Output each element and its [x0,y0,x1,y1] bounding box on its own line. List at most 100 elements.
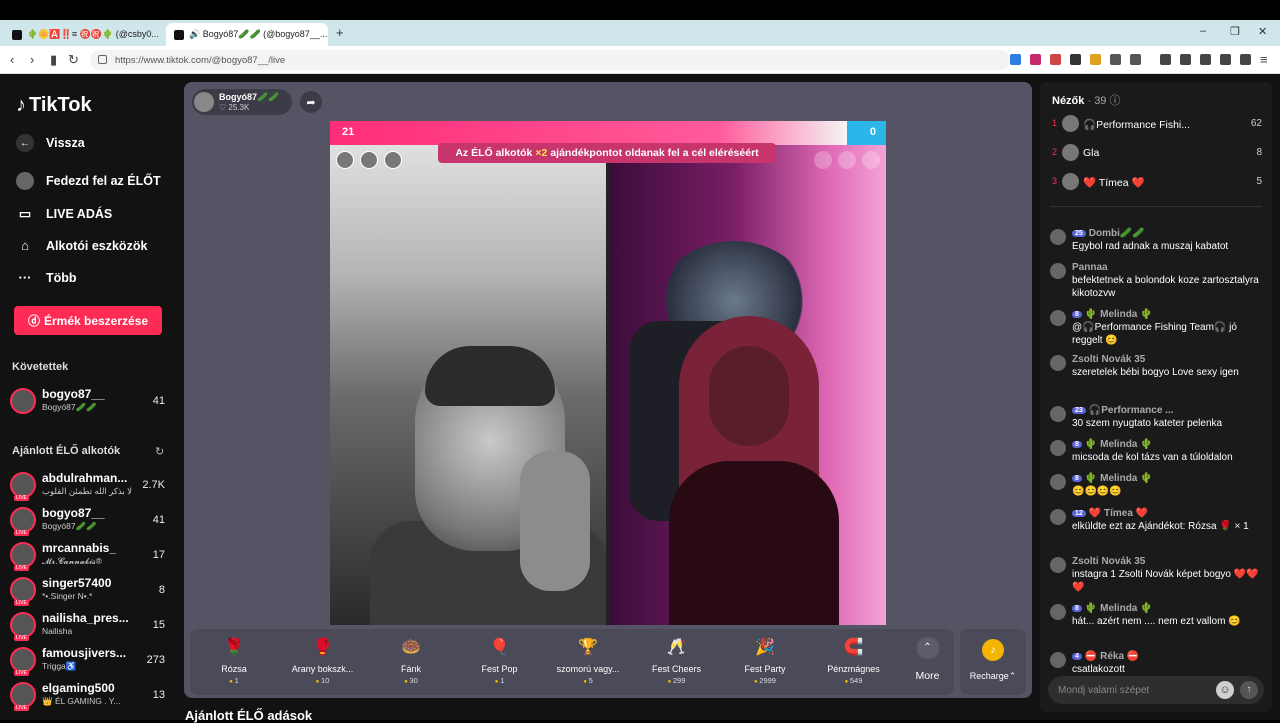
tiktok-note-icon: ♪ [16,94,26,116]
info-icon[interactable]: ⓘ [1110,95,1121,107]
avatar[interactable] [1050,406,1066,422]
back-arrow-icon: ← [16,134,34,152]
host-info[interactable]: Bogyó87🥒🥒 ♡ 25.3K [192,89,292,115]
logo-text: TikTok [29,94,92,116]
recharge-button[interactable]: ♪ Recharge⌃ [960,629,1026,695]
gift-cost: 299 [637,676,717,685]
top-viewer[interactable]: 3 ❤️ Tímea ❤️ 5 [1050,172,1262,192]
avatar[interactable] [1050,440,1066,456]
chat-user[interactable]: Zsolti Novák 35 [1072,354,1145,365]
nav-more[interactable]: ··· Több [16,270,77,285]
chat-user[interactable]: 8 🌵 Melinda 🌵 [1072,309,1153,320]
nav-explore-live[interactable]: Fedezd fel az ÉLŐT [16,172,161,190]
extension-icon[interactable] [1010,54,1021,65]
gift-name: Fest Cheers [651,664,702,674]
suggested-account[interactable]: mrcannabis_ 𝓜𝓻.𝓒𝓪𝓷𝓷𝓪𝓫𝓲𝓼® 17 [10,540,170,572]
suggested-account[interactable]: nailisha_pres... Nailisha 15 [10,610,170,642]
send-icon[interactable]: ↑ [1240,681,1258,699]
following-account[interactable]: bogyo87__ Bogyó87🥒🥒 41 [10,386,170,418]
close-window-icon[interactable]: ✕ [1258,25,1267,38]
gift-item[interactable]: 🧲 Pénzmágnes 549 [814,637,894,685]
suggested-account[interactable]: famousjivers... Trigga♿ 273 [10,645,170,677]
avatar-icon [16,172,34,190]
nav-creator-tools[interactable]: ⌂ Alkotói eszközök [16,238,147,253]
ai-icon[interactable] [1220,54,1231,65]
wallet-icon[interactable] [1200,54,1211,65]
avatar[interactable] [1050,604,1066,620]
suggested-title: Ajánlott ÉLŐ alkotók [12,445,121,457]
media-icon[interactable] [1160,54,1171,65]
gift-item[interactable]: 🥊 Arany bokszk... 10 [283,637,363,685]
url-field[interactable]: https://www.tiktok.com/@bogyo87__/live [90,50,1010,70]
viewer-rank: 3 [1052,176,1058,186]
emoji-icon[interactable]: ☺ [1216,681,1234,699]
gift-item[interactable]: 🎉 Fest Party 2999 [725,637,805,685]
avatar[interactable] [1050,557,1066,573]
site-info-icon[interactable] [98,55,107,64]
tiktok-logo[interactable]: ♪ TikTok [16,94,92,117]
forward-icon[interactable]: › [30,52,34,67]
top-viewer[interactable]: 2 Gla 8 [1050,143,1262,163]
vpn-icon[interactable] [1240,54,1251,65]
nav-back[interactable]: ← Vissza [16,134,85,152]
avatar[interactable] [1050,310,1066,326]
sidebar-icon[interactable] [1180,54,1191,65]
chat-user[interactable]: 8 🌵 Melinda 🌵 [1072,439,1153,450]
message-text: Egybol rad adnak a muszaj kabatot [1072,241,1229,252]
bookmark-icon[interactable]: ▮ [50,52,57,68]
chat-user[interactable]: 4 ⛔ Réka ⛔ [1072,651,1139,662]
chat-user[interactable]: Pannaa [1072,262,1108,273]
get-coins-button[interactable]: ⓓ Érmék beszerzése [14,306,162,335]
share-icon[interactable]: ➦ [300,91,322,113]
browser-tab-1[interactable]: 🌵🌼🅰️‼️≡ ㊗️㊗️🌵 (@csby0... [4,23,164,46]
screenshot-icon[interactable] [1130,54,1141,65]
extension-icon[interactable] [1050,54,1061,65]
gift-item[interactable]: 🍩 Fánk 30 [371,637,451,685]
suggested-account[interactable]: abdulrahman... ألا بذكر الله تطمئن القلو… [10,470,170,502]
refresh-icon[interactable]: ↻ [155,445,164,458]
menu-icon[interactable]: ≡ [1260,52,1268,67]
gift-item[interactable]: 🌹 Rózsa 1 [194,637,274,685]
level-badge: 12 [1072,510,1086,517]
chat-input[interactable]: Mondj valami szépet ☺ ↑ [1048,676,1264,704]
reload-icon[interactable]: ↻ [68,52,79,68]
new-tab-button[interactable]: + [336,25,344,40]
nav-live-studio[interactable]: ▭ LIVE ADÁS [16,206,112,222]
back-icon[interactable]: ‹ [10,52,14,67]
maximize-icon[interactable]: ❐ [1230,25,1240,38]
browser-tab-2[interactable]: 🔊 Bogyó87🥒🥒 (@bogyo87__... ✕ [166,23,328,46]
top-gifter-avatar[interactable] [336,151,354,169]
live-video[interactable]: 21 0 Az ÉLŐ alkotók ×2 ajándékpontot old… [330,121,886,625]
more-gifts-button[interactable]: ⌃ More [905,637,950,682]
extension-icon[interactable] [1030,54,1041,65]
minimize-icon[interactable]: – [1200,25,1206,37]
chat-user[interactable]: 8 🌵 Melinda 🌵 [1072,473,1153,484]
gift-bar: 🌹 Rózsa 1🥊 Arany bokszk... 10🍩 Fánk 30🎈 … [190,629,954,695]
viewer-rank: 2 [1052,147,1058,157]
extension-icon[interactable] [1070,54,1081,65]
avatar[interactable] [1050,474,1066,490]
chat-user[interactable]: Zsolti Novák 35 [1072,556,1145,567]
extensions-puzzle-icon[interactable] [1110,54,1121,65]
top-viewer[interactable]: 1 🎧Performance Fishi... 62 [1050,114,1262,134]
avatar[interactable] [1050,652,1066,668]
gift-item[interactable]: 🏆 szomorú vagy... 5 [548,637,628,685]
chat-user[interactable]: 12 ❤️ Tímea ❤️ [1072,508,1148,519]
chat-user[interactable]: 8 🌵 Melinda 🌵 [1072,603,1153,614]
top-gifter-avatar[interactable] [360,151,378,169]
gift-item[interactable]: 🥂 Fest Cheers 299 [637,637,717,685]
avatar[interactable] [1050,229,1066,245]
suggested-account[interactable]: singer57400 *•.Singer N•.* 8 [10,575,170,607]
chat-user[interactable]: 23 🎧Performance ... [1072,405,1174,416]
gift-item[interactable]: 🎈 Fest Pop 1 [460,637,540,685]
suggested-account[interactable]: elgaming500 👑 ÉL GAMING . Y... 13 [10,680,170,712]
avatar[interactable] [1050,263,1066,279]
extension-icon[interactable] [1090,54,1101,65]
chat-user[interactable]: 25 Dombi🥒🥒 [1072,228,1145,239]
avatar[interactable] [1050,355,1066,371]
avatar[interactable] [1050,509,1066,525]
suggested-account[interactable]: bogyo87__ Bogyó87🥒🥒 41 [10,505,170,537]
opponent-video-feed [609,121,886,625]
gift-cost: 1 [194,676,274,685]
top-gifter-avatar[interactable] [384,151,402,169]
